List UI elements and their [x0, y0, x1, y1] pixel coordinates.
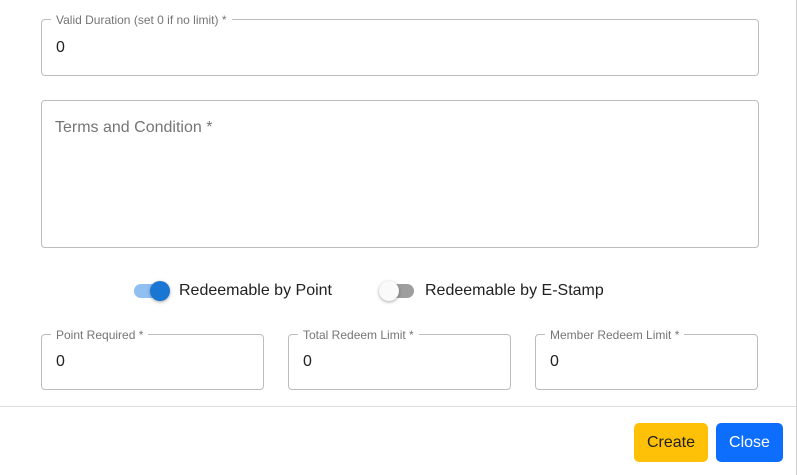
create-reward-modal: Valid Duration (set 0 if no limit) * 0 T…	[0, 0, 797, 475]
valid-duration-field[interactable]: Valid Duration (set 0 if no limit) * 0	[41, 13, 759, 76]
member-redeem-limit-label: Member Redeem Limit *	[545, 328, 685, 342]
point-switch[interactable]	[133, 281, 171, 301]
redeemable-by-point-toggle[interactable]: Redeemable by Point	[133, 281, 332, 301]
point-required-field[interactable]: Point Required * 0	[41, 328, 264, 390]
close-button[interactable]: Close	[716, 423, 783, 462]
switch-thumb	[379, 281, 399, 301]
create-button[interactable]: Create	[634, 423, 708, 462]
redeemable-by-estamp-label: Redeemable by E-Stamp	[425, 282, 604, 299]
terms-and-condition-textarea[interactable]: Terms and Condition *	[41, 100, 759, 248]
total-redeem-limit-value: 0	[303, 353, 312, 370]
switch-thumb	[150, 281, 170, 301]
member-redeem-limit-value: 0	[550, 353, 559, 370]
point-required-value: 0	[56, 353, 65, 370]
redeemable-by-estamp-toggle[interactable]: Redeemable by E-Stamp	[379, 281, 604, 301]
modal-body: Valid Duration (set 0 if no limit) * 0 T…	[0, 0, 796, 406]
terms-placeholder: Terms and Condition *	[55, 119, 213, 136]
total-redeem-limit-field[interactable]: Total Redeem Limit * 0	[288, 328, 511, 390]
estamp-switch[interactable]	[379, 281, 417, 301]
point-required-label: Point Required *	[51, 328, 149, 342]
total-redeem-limit-label: Total Redeem Limit *	[298, 328, 419, 342]
member-redeem-limit-field[interactable]: Member Redeem Limit * 0	[535, 328, 758, 390]
valid-duration-value: 0	[56, 39, 65, 56]
valid-duration-label: Valid Duration (set 0 if no limit) *	[51, 13, 232, 27]
modal-footer: Create Close	[0, 406, 796, 475]
redeemable-by-point-label: Redeemable by Point	[179, 282, 332, 299]
